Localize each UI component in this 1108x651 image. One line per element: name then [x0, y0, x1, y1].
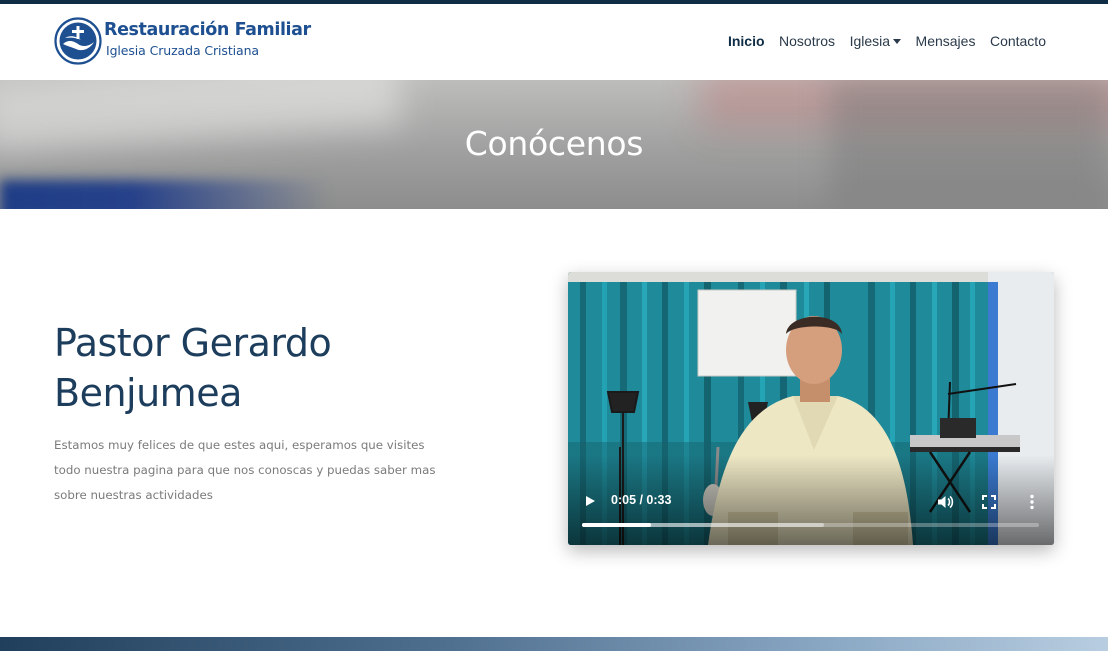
play-icon[interactable] [582, 491, 598, 511]
navbar: Restauración Familiar Iglesia Cruzada Cr… [0, 4, 1108, 80]
nav-item-iglesia-label: Iglesia [849, 33, 891, 49]
brand-logo-link[interactable]: Restauración Familiar Iglesia Cruzada Cr… [54, 17, 314, 67]
brand-subtitle: Iglesia Cruzada Cristiana [106, 43, 259, 58]
dove-cross-logo-icon [54, 17, 102, 65]
hero-background-blur [0, 180, 330, 209]
footer-gradient-strip [0, 637, 1108, 651]
pastor-video-player[interactable]: 0:05 / 0:33 [568, 272, 1054, 545]
volume-icon[interactable] [936, 493, 954, 511]
nav-item-inicio[interactable]: Inicio [728, 33, 765, 49]
hero-banner: Conócenos [0, 80, 1108, 209]
fullscreen-icon[interactable] [981, 494, 997, 510]
nav-item-contacto[interactable]: Contacto [990, 33, 1046, 49]
pastor-description: Estamos muy felices de que estes aqui, e… [54, 438, 436, 502]
nav-item-iglesia-dropdown[interactable]: Iglesia [849, 33, 902, 49]
nav-item-nosotros[interactable]: Nosotros [779, 33, 835, 49]
brand-title: Restauración Familiar [104, 20, 311, 40]
main-nav: Inicio Nosotros Iglesia Mensajes Contact… [713, 33, 1046, 49]
more-options-icon[interactable] [1026, 493, 1038, 511]
hero-title: Conócenos [464, 124, 644, 163]
video-progress-track[interactable] [582, 523, 1039, 527]
caret-down-icon [893, 39, 902, 44]
video-progress-bar [582, 523, 652, 527]
pastor-name-heading: Pastor Gerardo Benjumea [54, 321, 332, 415]
nav-item-mensajes[interactable]: Mensajes [916, 33, 976, 49]
video-time-display: 0:05 / 0:33 [611, 493, 672, 507]
